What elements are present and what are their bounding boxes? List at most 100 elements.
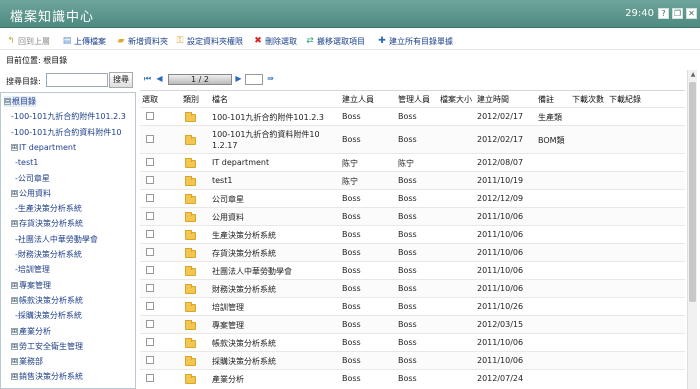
table-row[interactable]: 採購決策分析系統 Boss Boss 2011/10/06 [140,351,685,369]
row-checkbox[interactable] [146,338,154,346]
build-index-button[interactable]: ✚ 建立所有目錄單據 [377,35,453,47]
next-page-icon[interactable]: ▶ [234,74,243,84]
tree-item[interactable]: ⊞ IT department [11,142,76,153]
tree-item[interactable]: ⊞ 銷售決策分析系統 [11,371,83,382]
file-name[interactable]: 財務決策分析系統 [212,284,276,295]
table-row[interactable]: 專案管理 Boss Boss 2012/03/15 [140,315,685,333]
tree-item[interactable]: ⊞ 帳款決策分析系統 [11,295,83,306]
file-name-wrap[interactable]: 1.2.17 [212,141,237,150]
row-checkbox[interactable] [146,302,154,310]
search-button[interactable]: 搜尋 [109,72,133,88]
file-name[interactable]: 公用資料 [212,212,244,223]
tree-item[interactable]: -財務決策分析系統 [15,249,82,260]
table-row[interactable]: 生產決策分析系統 Boss Boss 2011/10/06 [140,225,685,243]
new-folder-button[interactable]: ▰ 新增資料夾 [116,35,168,47]
table-row[interactable]: 存貨決策分析系統 Boss Boss 2011/10/06 [140,243,685,261]
restore-button[interactable]: ❐ [672,8,683,19]
table-row[interactable]: 公司章星 Boss Boss 2012/12/09 [140,189,685,207]
tree-item[interactable]: -生產決策分析系統 [15,203,82,214]
file-name[interactable]: 100-101九折合約資料附件10 [212,129,320,140]
table-row[interactable]: 100-101九折合約資料附件10 Boss Boss 2012/02/17 BOM類 1… [140,125,685,153]
row-checkbox[interactable] [146,356,154,364]
table-row[interactable]: 公用資料 Boss Boss 2011/10/06 [140,207,685,225]
vertical-scrollbar[interactable]: ▲ [687,70,697,389]
page-jump-input[interactable] [245,74,263,85]
row-checkbox[interactable] [146,176,154,184]
row-checkbox[interactable] [146,320,154,328]
header-creator[interactable]: 建立人員 [342,94,374,105]
row-checkbox[interactable] [146,230,154,238]
table-row[interactable]: IT department 陈宁 陈宁 2012/08/07 [140,153,685,171]
expand-icon[interactable]: ⊞ [11,373,18,381]
tree-root[interactable]: ⊟ 根目錄 [4,96,36,107]
header-downloads[interactable]: 下載次數 [572,94,604,105]
file-name[interactable]: 培訓管理 [212,302,244,313]
file-name[interactable]: 產業分析 [212,374,244,385]
tree-item[interactable]: ⊞ 勞工安全衛生管理 [11,341,83,352]
row-checkbox[interactable] [146,374,154,382]
row-checkbox[interactable] [146,248,154,256]
table-row[interactable]: 培訓管理 Boss Boss 2011/10/26 [140,297,685,315]
file-name[interactable]: 帳款決策分析系統 [212,338,276,349]
expand-icon[interactable]: ⊞ [11,189,18,197]
file-name[interactable]: test1 [212,176,232,185]
table-row[interactable]: 社團法人中華勞動學會 Boss Boss 2011/10/06 [140,261,685,279]
row-checkbox[interactable] [146,112,154,120]
header-filesize[interactable]: 檔案大小 [440,94,472,105]
upload-button[interactable]: ▤ 上傳檔案 [62,35,106,47]
file-name[interactable]: 公司章星 [212,194,244,205]
tree-item[interactable]: -公司章星 [15,173,50,184]
file-name[interactable]: 生產決策分析系統 [212,230,276,241]
tree-item[interactable]: ⊞ 業務部 [11,356,43,367]
table-row[interactable]: 100-101九折合約附件101.2.3 Boss Boss 2012/02/17 生產… [140,107,685,125]
expand-icon[interactable]: ⊞ [11,143,18,151]
header-manager[interactable]: 管理人員 [398,94,430,105]
first-page-icon[interactable]: ⏮ [143,74,152,84]
header-download-log[interactable]: 下載紀錄 [609,94,641,105]
row-checkbox[interactable] [146,194,154,202]
expand-icon[interactable]: ⊞ [11,358,18,366]
row-checkbox[interactable] [146,212,154,220]
tree-item[interactable]: -社團法人中華勞動學會 [15,234,98,245]
row-checkbox[interactable] [146,135,154,143]
expand-icon[interactable]: ⊞ [11,281,18,289]
tree-item[interactable]: -採購決策分析系統 [15,310,82,321]
prev-page-icon[interactable]: ◀ [155,74,164,84]
delete-selected-button[interactable]: ✖ 刪除選取 [253,35,297,47]
search-input[interactable] [46,73,108,87]
row-checkbox[interactable] [146,158,154,166]
file-name[interactable]: 存貨決策分析系統 [212,248,276,259]
header-created[interactable]: 建立時間 [477,94,509,105]
file-name[interactable]: 採購決策分析系統 [212,356,276,367]
table-row[interactable]: 帳款決策分析系統 Boss Boss 2011/10/06 [140,333,685,351]
close-button[interactable]: ✕ [686,8,697,19]
tree-item[interactable]: -培訓管理 [15,264,50,275]
file-name[interactable]: 100-101九折合約附件101.2.3 [212,112,324,123]
header-filename[interactable]: 檔名 [212,94,228,105]
scroll-up-icon[interactable]: ▲ [688,70,698,80]
expand-icon[interactable]: ⊞ [11,342,18,350]
tree-item[interactable]: -test1 [15,157,38,168]
back-button[interactable]: ↰ 回到上層 [6,35,50,47]
collapse-icon[interactable]: ⊟ [4,98,11,105]
header-select[interactable]: 選取 [142,94,158,105]
table-row[interactable]: test1 陈宁 Boss 2011/10/19 [140,171,685,189]
table-row[interactable]: 財務決策分析系統 Boss Boss 2011/10/06 [140,279,685,297]
go-page-icon[interactable]: ⇛ [266,74,275,84]
help-button[interactable]: ? [658,8,669,19]
tree-item[interactable]: -100-101九折合約資料附件10 [11,127,122,138]
file-name[interactable]: 社團法人中華勞動學會 [212,266,292,277]
move-selected-button[interactable]: ⇄ 搬移選取項目 [305,35,365,47]
folder-permission-button[interactable]: ⚿ 設定資料夾權限 [175,35,243,47]
file-name[interactable]: IT department [212,158,269,167]
row-checkbox[interactable] [146,266,154,274]
expand-icon[interactable]: ⊞ [11,296,18,304]
header-note[interactable]: 備註 [538,94,554,105]
table-row[interactable]: 產業分析 Boss Boss 2012/07/24 [140,369,685,387]
file-name[interactable]: 專案管理 [212,320,244,331]
tree-item[interactable]: ⊞ 公用資料 [11,188,51,199]
expand-icon[interactable]: ⊞ [11,220,18,228]
expand-icon[interactable]: ⊞ [11,327,18,335]
row-checkbox[interactable] [146,284,154,292]
tree-item[interactable]: -100-101九折合約附件101.2.3 [11,111,126,122]
